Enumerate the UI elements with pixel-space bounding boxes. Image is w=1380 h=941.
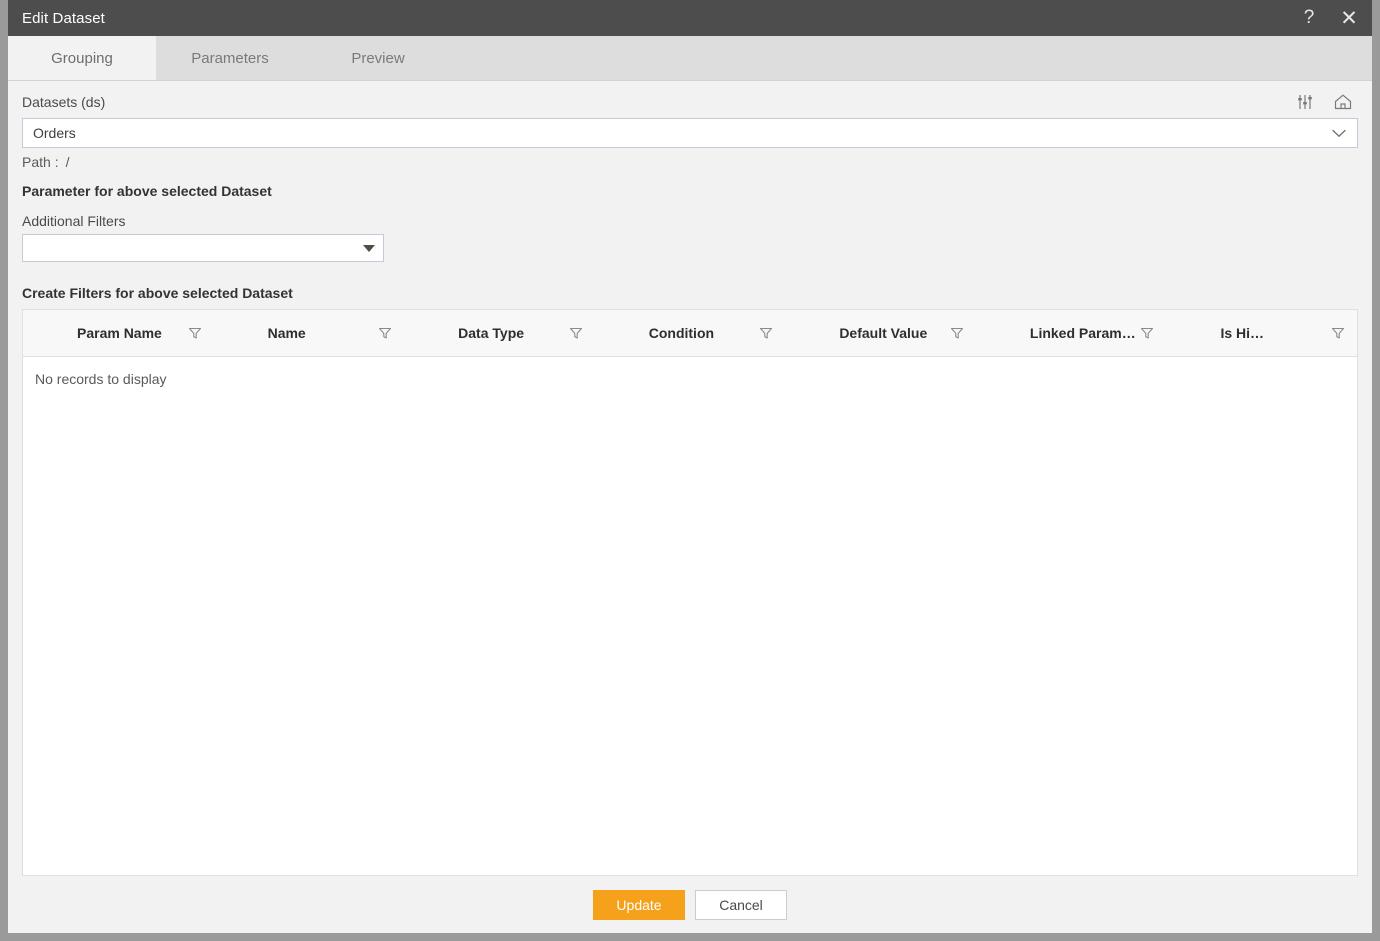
tab-preview-label: Preview [351,49,405,67]
parameter-section-title: Parameter for above selected Dataset [22,183,272,199]
dataset-select-value: Orders [33,125,76,141]
funnel-icon[interactable] [1138,324,1156,342]
grid-column-label: Data Type [458,325,525,341]
funnel-icon[interactable] [186,324,204,342]
grid-column-is-hidden[interactable]: Is Hi… [1166,310,1357,356]
filters-section-title: Create Filters for above selected Datase… [22,285,293,301]
triangle-down-icon [363,244,375,252]
funnel-icon[interactable] [948,324,966,342]
grid-column-label: Name [267,325,306,341]
additional-filters-select[interactable] [22,234,384,262]
path-label: Path : [22,154,59,170]
grid-column-name[interactable]: Name [214,310,405,356]
grid-column-linked-param[interactable]: Linked Param… [976,310,1167,356]
funnel-icon[interactable] [757,324,775,342]
cancel-button[interactable]: Cancel [695,889,787,920]
funnel-icon[interactable] [567,324,585,342]
grid-column-data-type[interactable]: Data Type [404,310,595,356]
titlebar-actions: ? ✕ [1296,5,1362,31]
dialog-content: Datasets (ds) Orders Path: / Parameter … [8,81,1372,876]
grid-column-label: Param Name [77,325,162,341]
tab-preview[interactable]: Preview [304,36,452,80]
additional-filters-label: Additional Filters [22,213,126,229]
grid-header-row: Param Name Name Data Type Condition Defa… [23,310,1357,357]
path-value: / [65,154,70,170]
dialog-titlebar: Edit Dataset ? ✕ [8,0,1372,36]
grid-empty-message: No records to display [35,371,167,387]
dialog-title: Edit Dataset [22,9,105,27]
funnel-icon[interactable] [376,324,394,342]
datasets-row: Datasets (ds) [22,81,1358,113]
update-button[interactable]: Update [593,889,685,920]
filters-grid: Param Name Name Data Type Condition Defa… [22,309,1358,876]
tab-strip: Grouping Parameters Preview [8,36,1372,81]
grid-column-default-value[interactable]: Default Value [785,310,976,356]
datasets-toolbar [1294,91,1358,113]
dialog-footer: Update Cancel [8,876,1372,933]
path-row: Path : / [22,154,1358,170]
help-icon[interactable]: ? [1296,5,1322,31]
grid-body: No records to display [23,357,1357,875]
tab-grouping-label: Grouping [51,49,113,67]
dataset-select[interactable]: Orders [22,118,1358,148]
grid-column-label: Linked Param… [1029,325,1136,341]
sliders-icon[interactable] [1294,91,1316,113]
tab-grouping[interactable]: Grouping [8,36,156,80]
datasets-label: Datasets (ds) [22,94,106,110]
close-icon[interactable]: ✕ [1336,5,1362,31]
grid-column-label: Default Value [839,325,928,341]
grid-column-condition[interactable]: Condition [595,310,786,356]
funnel-icon[interactable] [1329,324,1347,342]
grid-column-param-name[interactable]: Param Name [23,310,214,356]
home-icon[interactable] [1332,91,1354,113]
tab-parameters-label: Parameters [191,49,269,67]
chevron-down-icon [1331,125,1347,141]
edit-dataset-dialog: Edit Dataset ? ✕ Grouping Parameters Pre… [0,0,1380,941]
grid-column-label: Is Hi… [1220,325,1265,341]
grid-column-label: Condition [648,325,715,341]
tab-parameters[interactable]: Parameters [156,36,304,80]
